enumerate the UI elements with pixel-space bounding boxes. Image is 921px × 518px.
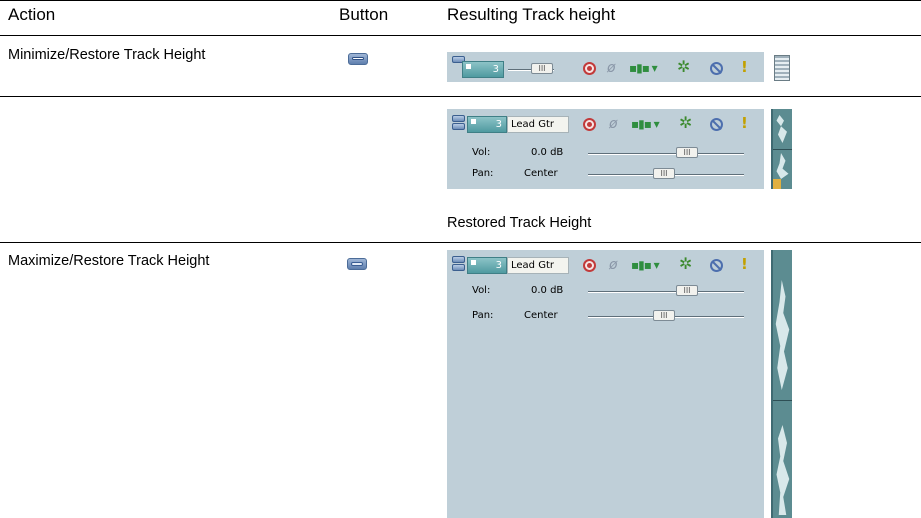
header-action: Action: [8, 5, 56, 24]
row-divider-2: [0, 242, 921, 243]
volume-slider-track: [588, 153, 744, 154]
track-number: 3: [467, 116, 507, 133]
row-divider-1: [0, 96, 921, 97]
pan-slider-thumb[interactable]: III: [653, 310, 675, 321]
solo-icon[interactable]: !: [741, 60, 748, 75]
maximize-restore-icon: [347, 258, 367, 270]
pan-value: Center: [524, 310, 558, 321]
track-minmax-icon[interactable]: [452, 115, 465, 131]
vol-label: Vol:: [472, 285, 491, 296]
fx-chain-icon[interactable]: ▪▮▪ ▾: [631, 118, 660, 130]
caption-restored: Restored Track Height: [447, 215, 592, 231]
header-button: Button: [339, 5, 389, 24]
track-number: 3: [467, 257, 507, 274]
vol-value: 0.0 dB: [531, 147, 564, 158]
restored-waveform: [771, 109, 792, 189]
pan-label: Pan:: [472, 168, 494, 179]
automation-gear-icon[interactable]: ✲: [679, 115, 692, 131]
pan-value: Center: [524, 168, 558, 179]
track-name[interactable]: Lead Gtr: [507, 116, 569, 133]
record-arm-icon[interactable]: [583, 62, 596, 75]
invert-phase-icon[interactable]: ø: [607, 61, 616, 75]
automation-gear-icon[interactable]: ✲: [677, 59, 690, 75]
action-maximize: Maximize/Restore Track Height: [8, 253, 210, 269]
pan-label: Pan:: [472, 310, 494, 321]
record-arm-icon[interactable]: [583, 118, 596, 131]
fx-chain-icon[interactable]: ▪▮▪ ▾: [629, 62, 658, 74]
volume-slider-thumb[interactable]: III: [531, 63, 553, 74]
record-arm-icon[interactable]: [583, 259, 596, 272]
table-top-border: [0, 0, 921, 1]
volume-slider-track: [588, 291, 744, 292]
fx-chain-icon[interactable]: ▪▮▪ ▾: [631, 259, 660, 271]
volume-slider-thumb[interactable]: III: [676, 285, 698, 296]
track-number: 3: [462, 61, 504, 78]
mute-icon[interactable]: [710, 62, 723, 75]
track-name[interactable]: Lead Gtr: [507, 257, 569, 274]
vol-label: Vol:: [472, 147, 491, 158]
solo-icon[interactable]: !: [741, 257, 748, 272]
mute-icon[interactable]: [710, 259, 723, 272]
vol-value: 0.0 dB: [531, 285, 564, 296]
pan-slider-thumb[interactable]: III: [653, 168, 675, 179]
mute-icon[interactable]: [710, 118, 723, 131]
minimized-waveform: [774, 55, 790, 81]
automation-gear-icon[interactable]: ✲: [679, 256, 692, 272]
header-divider: [0, 35, 921, 36]
header-result: Resulting Track height: [447, 5, 616, 24]
invert-phase-icon[interactable]: ø: [609, 258, 618, 272]
invert-phase-icon[interactable]: ø: [609, 117, 618, 131]
volume-slider-thumb[interactable]: III: [676, 147, 698, 158]
minimize-restore-icon: [348, 53, 368, 65]
action-minimize: Minimize/Restore Track Height: [8, 47, 206, 63]
track-minmax-icon[interactable]: [452, 256, 465, 272]
solo-icon[interactable]: !: [741, 116, 748, 131]
maximized-waveform: [771, 250, 792, 518]
